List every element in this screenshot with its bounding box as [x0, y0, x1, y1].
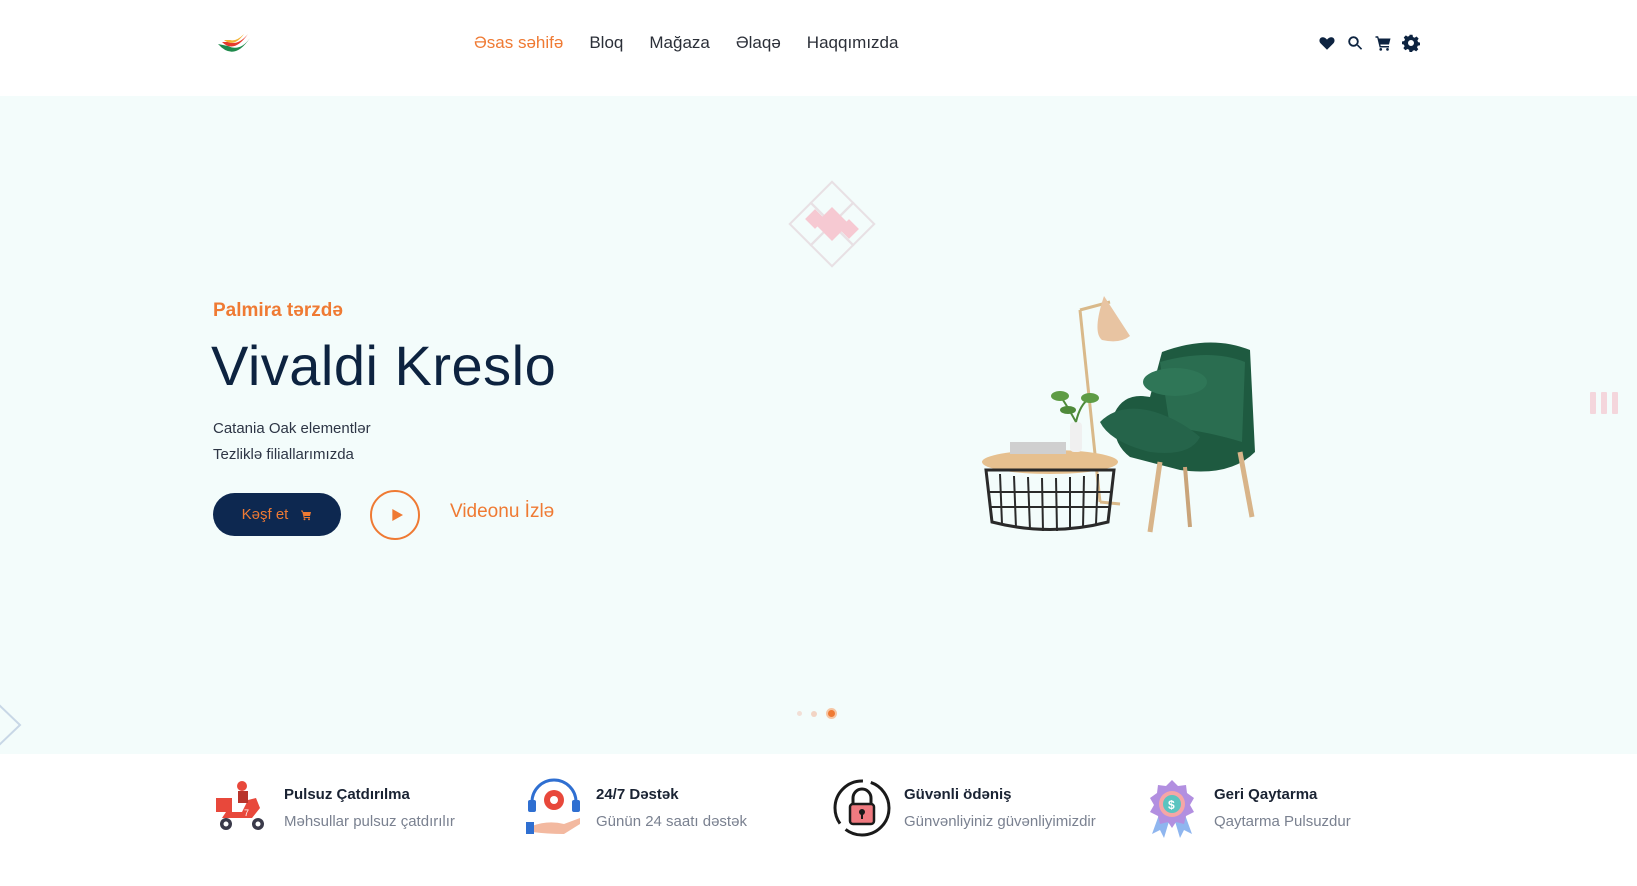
feature-secure-payment: Güvənli ödəniş Günvənliyiniz güvənliyimi…: [832, 778, 1096, 838]
support-gear-icon: [526, 778, 580, 834]
watch-video-link[interactable]: Videonu İzlə: [450, 501, 554, 523]
side-decoration-bars: [1590, 392, 1618, 414]
chevron-left-decoration-icon: [0, 704, 22, 746]
cart-icon: [301, 510, 312, 520]
hero-subtitle: Palmira tərzdə: [213, 300, 343, 321]
hero-desc-line-2: Tezliklə filiallarımızda: [213, 446, 354, 463]
gear-icon[interactable]: [1402, 34, 1420, 52]
padlock-icon: [833, 779, 891, 837]
explore-button-label: Kəşf et: [241, 506, 289, 523]
side-table-illustration: [982, 391, 1118, 532]
slider-dots: [797, 708, 837, 719]
nav-contact[interactable]: Əlaqə: [736, 33, 781, 53]
feature-text: Məhsullar pulsuz çatdırılır: [284, 813, 455, 830]
svg-text:7: 7: [244, 808, 249, 818]
nav-home[interactable]: Əsas səhifə: [474, 33, 563, 53]
slider-dot-3-active[interactable]: [826, 708, 837, 719]
slider-dot-2[interactable]: [811, 710, 817, 717]
main-nav: Əsas səhifə Bloq Mağaza Əlaqə Haqqımızda: [474, 33, 924, 53]
site-header: Əsas səhifə Bloq Mağaza Əlaqə Haqqımızda: [0, 0, 1637, 96]
feature-text: Günvənliyiniz güvənliyimizdir: [904, 813, 1096, 830]
explore-button[interactable]: Kəşf et: [213, 493, 341, 536]
feature-title: 24/7 Dəstək: [596, 786, 679, 803]
nav-about[interactable]: Haqqımızda: [807, 33, 899, 53]
money-badge-icon: $: [1150, 780, 1194, 838]
feature-title: Pulsuz Çatdırılma: [284, 786, 410, 803]
logo[interactable]: [214, 30, 254, 60]
play-video-button[interactable]: [370, 490, 420, 540]
hero-slider: Palmira tərzdə Vivaldi Kreslo Catania Oa…: [0, 96, 1637, 754]
feature-free-delivery: 7 Pulsuz Çatdırılma Məhsullar pulsuz çat…: [212, 778, 455, 838]
nav-blog[interactable]: Bloq: [589, 33, 623, 53]
feature-text: Qaytarma Pulsuzdur: [1214, 813, 1351, 830]
feature-returns: $ Geri Qaytarma Qaytarma Pulsuzdur: [1142, 778, 1351, 838]
feature-title: Güvənli ödəniş: [904, 786, 1012, 803]
hero-desc-line-1: Catania Oak elementlər: [213, 420, 371, 437]
hero-description: Catania Oak elementlər Tezliklə filialla…: [213, 416, 371, 468]
header-actions: [1318, 34, 1420, 52]
delivery-scooter-icon: 7: [216, 781, 264, 830]
decorative-diamonds: [788, 180, 876, 268]
slider-dot-1[interactable]: [797, 711, 802, 716]
search-icon[interactable]: [1346, 34, 1364, 52]
armchair-product-image: [982, 296, 1255, 533]
feature-title: Geri Qaytarma: [1214, 786, 1318, 803]
svg-text:$: $: [1168, 798, 1175, 812]
feature-text: Günün 24 saatı dəstək: [596, 813, 747, 830]
play-icon: [391, 509, 403, 521]
feature-support: 24/7 Dəstək Günün 24 saatı dəstək: [524, 778, 747, 838]
features-bar: 7 Pulsuz Çatdırılma Məhsullar pulsuz çat…: [0, 754, 1637, 886]
nav-shop[interactable]: Mağaza: [649, 33, 709, 53]
hero-title: Vivaldi Kreslo: [211, 334, 557, 397]
heart-icon[interactable]: [1318, 34, 1336, 52]
armchair-illustration: [1100, 342, 1255, 533]
cart-icon[interactable]: [1374, 34, 1392, 52]
